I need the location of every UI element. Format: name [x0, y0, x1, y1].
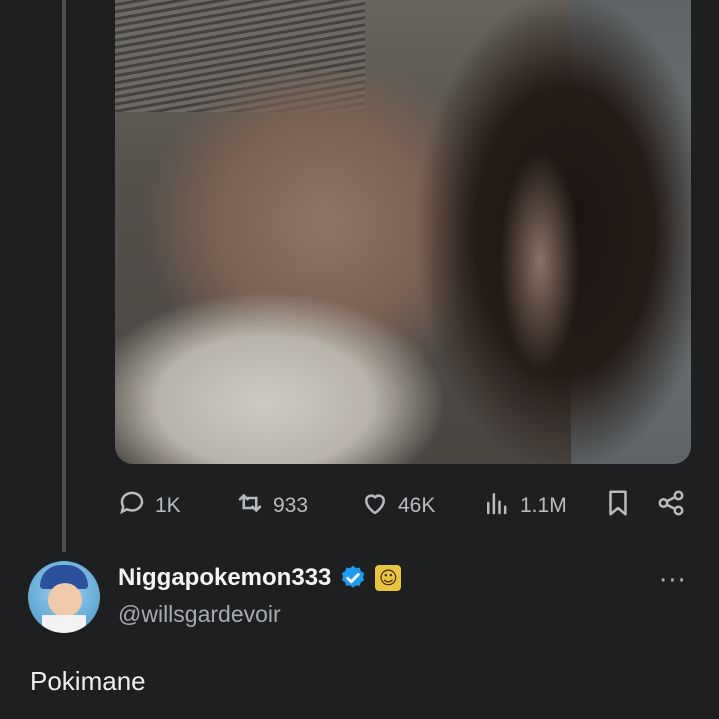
views-button[interactable]: 1.1M — [482, 488, 567, 524]
like-count: 46K — [398, 494, 436, 517]
avatar-face-shape — [48, 583, 82, 617]
avatar[interactable] — [28, 561, 100, 633]
smiley-emoji-icon: ☺ — [375, 565, 402, 591]
verified-badge-icon — [339, 564, 367, 592]
tweet-media-photo[interactable] — [115, 0, 691, 464]
views-count: 1.1M — [520, 494, 567, 517]
reply-count: 1K — [155, 494, 181, 517]
share-button[interactable] — [656, 488, 686, 523]
photo-clothing-region — [115, 282, 445, 464]
bookmark-button[interactable] — [603, 488, 633, 523]
photo-arm-region — [495, 152, 585, 382]
reply-author-row: Niggapokemon333 ☺ — [118, 564, 402, 592]
share-icon — [656, 490, 686, 522]
display-name[interactable]: Niggapokemon333 — [118, 564, 331, 592]
thread-connector-line — [62, 0, 66, 552]
avatar-collar-shape — [42, 615, 86, 633]
tweet-action-bar: 1K 933 46K 1.1M — [115, 480, 691, 526]
reply-icon — [117, 488, 147, 524]
user-handle[interactable]: @willsgardevoir — [118, 601, 281, 628]
reply-button[interactable]: 1K — [117, 488, 181, 524]
like-button[interactable]: 46K — [360, 488, 435, 524]
bookmark-icon — [603, 490, 633, 522]
reply-text: Pokimane — [30, 666, 146, 696]
repost-count: 933 — [273, 494, 309, 517]
repost-button[interactable]: 933 — [235, 488, 308, 524]
repost-icon — [235, 488, 265, 524]
views-icon — [482, 488, 512, 524]
more-options-icon[interactable]: ··· — [659, 566, 687, 596]
heart-icon — [360, 488, 390, 524]
